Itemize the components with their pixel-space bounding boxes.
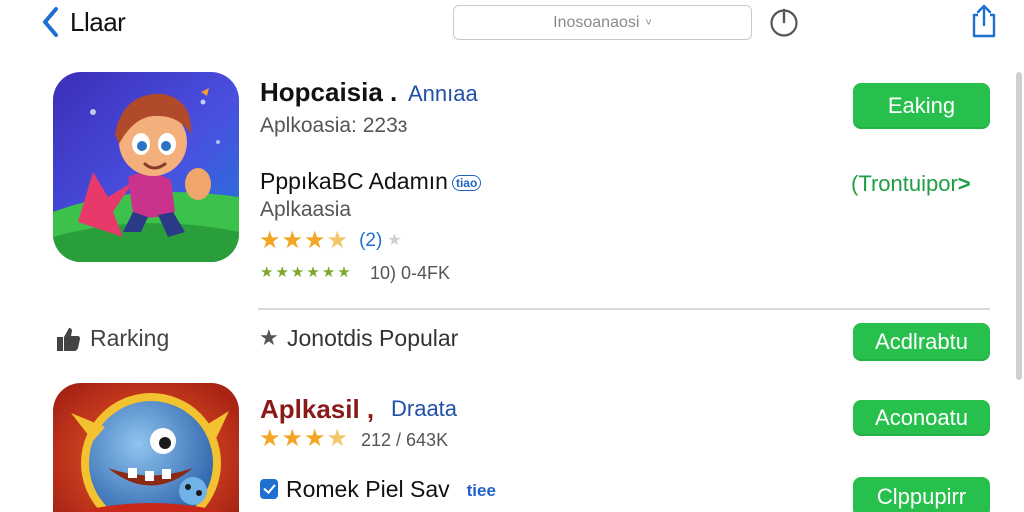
scrollbar[interactable] — [1016, 72, 1022, 380]
section-button[interactable]: Acdlrabtu — [853, 323, 990, 361]
app1-developer[interactable]: Annıaa — [408, 81, 478, 107]
app1-subtitle: PppıkaBC Adamın tiao — [260, 168, 482, 195]
chevron-left-icon — [43, 7, 58, 37]
share-icon[interactable] — [970, 3, 998, 39]
star-icon: ★ — [260, 264, 274, 281]
half-star-icon: ★ — [326, 425, 349, 452]
chevron-down-icon: ˅ — [645, 16, 652, 29]
app1-title[interactable]: Hopcaisia . — [260, 77, 397, 108]
app1-subtitle-text: PppıkaBC Adamın — [260, 168, 448, 194]
search-text: Inosoanaosi — [553, 13, 640, 31]
star-icon: ★ — [306, 264, 320, 281]
app2-title[interactable]: Aplkasil , — [260, 394, 374, 425]
thumbs-up-icon — [57, 328, 80, 351]
star-icon: ★ — [337, 264, 351, 281]
star-icon: ★ — [259, 325, 279, 350]
star-icon: ★ — [259, 425, 281, 452]
app2-button-secondary[interactable]: Clppupirr — [853, 477, 990, 512]
star-icon: ★ — [259, 227, 281, 254]
app-icon-monster[interactable] — [53, 383, 239, 512]
app2-developer[interactable]: Draata — [391, 396, 457, 422]
back-button[interactable]: Llaar — [40, 4, 126, 40]
secondary-link[interactable]: (Trontuipor> — [851, 171, 971, 197]
star-icon: ★ — [281, 227, 304, 254]
power-icon[interactable] — [768, 6, 800, 38]
search-field[interactable]: Inosoanaosi ˅ — [453, 5, 752, 40]
star-icon: ★ — [290, 264, 305, 281]
app2-stats: 212 / 643K — [361, 430, 449, 450]
section-label: Rarking — [90, 325, 170, 351]
verified-badge: tiao — [451, 174, 482, 191]
app-icon-character[interactable] — [53, 72, 239, 262]
checkbox-icon — [260, 479, 278, 499]
star-icon: ★ — [304, 227, 326, 254]
app1-stats: 10) 0-4FK — [370, 263, 451, 283]
app2-subtitle: Romek Piel Sav tiee — [286, 476, 499, 503]
verified-badge: tiee — [466, 480, 496, 500]
get-button[interactable]: Eaking — [853, 83, 990, 129]
star-icon: ★ — [304, 425, 326, 452]
section-popular-label[interactable]: Jonotdis Popular — [287, 325, 458, 352]
app1-rating-stars: ★ ★ ★ ★ (2) ★ — [259, 229, 402, 253]
star-icon: ★ — [281, 425, 304, 452]
star-icon: ★ — [321, 264, 336, 281]
back-label: Llaar — [70, 6, 126, 37]
app-store-page: Llaar Inosoanaosi ˅ Hopcaisia . Annıaa A… — [0, 0, 1024, 512]
chevron-right-icon: > — [957, 171, 971, 196]
star-icon: ★ — [275, 264, 289, 281]
app1-category: Aplkoasia: 223ɜ — [260, 114, 408, 137]
app2-button[interactable]: Aconoatu — [853, 400, 990, 436]
app1-subcategory: Aplkaasia — [260, 198, 352, 221]
app2-subtitle-text: Romek Piel Sav — [286, 476, 450, 502]
star-icon: ★ — [387, 232, 402, 249]
app1-rating-count: (2) — [359, 230, 383, 251]
row-divider — [258, 308, 990, 310]
app2-rating-stars: ★ ★ ★ ★ — [259, 427, 348, 451]
app1-mini-stars: ★ ★ ★ ★ ★ ★ — [260, 265, 351, 280]
secondary-link-label: (Trontuipor — [851, 171, 958, 196]
half-star-icon: ★ — [326, 227, 349, 254]
